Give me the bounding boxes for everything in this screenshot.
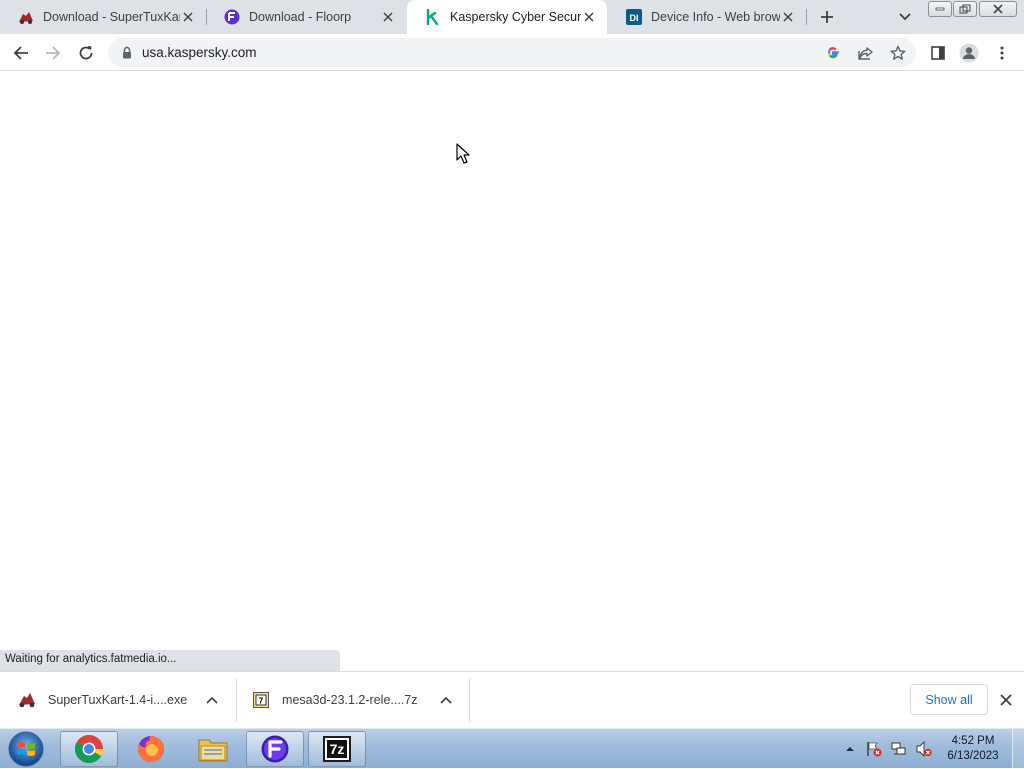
profile-avatar-icon[interactable] xyxy=(956,40,982,66)
tab-strip: Download - SuperTuxKart Download - Floor… xyxy=(0,0,1024,34)
folder-icon xyxy=(198,739,228,762)
address-bar[interactable]: usa.kaspersky.com xyxy=(108,38,916,67)
volume-muted-icon[interactable] xyxy=(916,741,932,757)
chevron-up-icon[interactable] xyxy=(438,692,454,708)
tab-title: Download - SuperTuxKart xyxy=(43,10,180,24)
tab-device-info[interactable]: DI Device Info - Web browse xyxy=(608,0,806,34)
taskbar-7zip[interactable]: 7z xyxy=(308,731,366,767)
tab-title: Kaspersky Cyber Security xyxy=(450,10,581,24)
start-button[interactable] xyxy=(6,730,46,768)
download-filename: mesa3d-23.1.2-rele....7z xyxy=(282,693,418,707)
forward-button[interactable] xyxy=(40,40,66,66)
restore-button[interactable] xyxy=(953,1,977,17)
browser-toolbar: usa.kaspersky.com xyxy=(0,34,1024,71)
side-panel-icon[interactable] xyxy=(925,40,951,66)
svg-text:7z: 7z xyxy=(330,741,345,757)
7zip-file-icon: 7 xyxy=(252,691,270,709)
download-item[interactable]: SuperTuxKart-1.4-i....exe xyxy=(18,678,238,722)
back-button[interactable] xyxy=(8,40,34,66)
chrome-icon xyxy=(75,735,103,763)
chevron-up-icon[interactable] xyxy=(204,692,220,708)
tab-supertuxkart[interactable]: Download - SuperTuxKart xyxy=(0,0,206,34)
windows-taskbar: 7z 4:52 PM 6/13/2023 xyxy=(0,728,1024,769)
download-shelf: SuperTuxKart-1.4-i....exe 7 mesa3d-23.1.… xyxy=(0,671,1024,728)
taskbar-chrome[interactable] xyxy=(60,731,118,767)
bookmark-star-icon[interactable] xyxy=(889,44,907,62)
close-icon[interactable] xyxy=(780,9,796,25)
svg-text:7: 7 xyxy=(259,697,264,706)
url-text[interactable]: usa.kaspersky.com xyxy=(142,45,257,60)
tab-separator xyxy=(806,9,807,25)
google-translate-icon[interactable] xyxy=(824,44,842,62)
close-icon[interactable] xyxy=(581,9,597,25)
clock[interactable]: 4:52 PM 6/13/2023 xyxy=(940,734,1006,764)
divider xyxy=(236,678,237,722)
close-icon[interactable] xyxy=(380,9,396,25)
floorp-icon xyxy=(224,9,240,25)
status-bubble: Waiting for analytics.fatmedia.io... xyxy=(0,650,340,671)
minimize-button[interactable] xyxy=(928,1,952,17)
firefox-icon xyxy=(138,736,164,762)
window-close-button[interactable] xyxy=(979,1,1017,17)
menu-kebab-icon[interactable] xyxy=(989,40,1015,66)
floorp-icon xyxy=(261,735,289,763)
tab-floorp[interactable]: Download - Floorp xyxy=(206,0,406,34)
close-icon[interactable] xyxy=(996,690,1016,710)
divider xyxy=(469,678,470,722)
clock-date: 6/13/2023 xyxy=(947,750,999,762)
tab-kaspersky[interactable]: Kaspersky Cyber Security xyxy=(407,0,607,34)
taskbar-firefox[interactable] xyxy=(122,731,180,767)
taskbar-file-explorer[interactable] xyxy=(184,731,242,767)
download-filename: SuperTuxKart-1.4-i....exe xyxy=(48,693,188,707)
download-item[interactable]: 7 mesa3d-23.1.2-rele....7z xyxy=(252,678,470,722)
svg-text:DI: DI xyxy=(630,13,639,23)
supertuxkart-icon xyxy=(18,9,34,25)
7zip-icon: 7z xyxy=(323,736,351,762)
show-desktop-button[interactable] xyxy=(1012,729,1024,769)
taskbar-floorp[interactable] xyxy=(246,731,304,767)
show-hidden-icons-icon[interactable] xyxy=(842,741,858,757)
tab-title: Download - Floorp xyxy=(249,10,352,24)
tab-title: Device Info - Web browse xyxy=(651,10,780,24)
network-icon[interactable] xyxy=(891,741,907,757)
action-center-flag-icon[interactable] xyxy=(866,741,882,757)
kaspersky-icon xyxy=(425,9,441,25)
tab-search-chevron-icon[interactable] xyxy=(896,8,914,26)
clock-time: 4:52 PM xyxy=(951,735,995,747)
close-icon[interactable] xyxy=(180,9,196,25)
device-info-icon: DI xyxy=(626,9,642,25)
mouse-cursor-icon xyxy=(456,143,470,164)
new-tab-button[interactable] xyxy=(816,6,838,28)
page-content xyxy=(0,72,1024,650)
show-all-button[interactable]: Show all xyxy=(910,684,988,715)
reload-button[interactable] xyxy=(73,40,99,66)
share-icon[interactable] xyxy=(857,44,875,62)
supertuxkart-icon xyxy=(18,691,36,709)
lock-icon[interactable] xyxy=(120,45,134,60)
